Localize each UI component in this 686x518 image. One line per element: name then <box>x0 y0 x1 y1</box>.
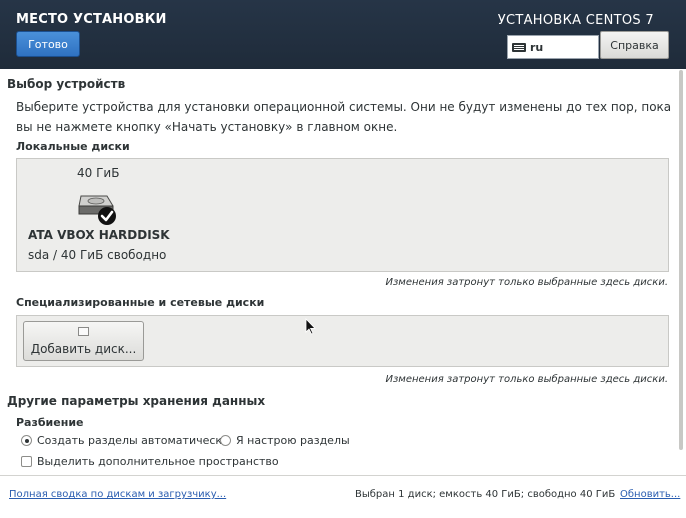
keyboard-layout-label: ru <box>530 40 544 54</box>
product-title: УСТАНОВКА CENTOS 7 <box>497 13 654 28</box>
selection-status: Выбран 1 диск; емкость 40 ГиБ; свободно … <box>355 489 616 500</box>
add-disk-button[interactable]: Добавить диск... <box>23 321 144 361</box>
done-button[interactable]: Готово <box>16 31 80 57</box>
keyboard-layout-indicator[interactable]: ru <box>507 35 599 59</box>
harddisk-icon <box>78 195 116 225</box>
local-disks-note: Изменения затронут только выбранные здес… <box>385 277 669 288</box>
storage-options-heading: Другие параметры хранения данных <box>7 394 266 408</box>
help-button[interactable]: Справка <box>600 31 669 59</box>
device-selection-description: Выберите устройства для установки операц… <box>16 100 672 134</box>
disk-add-icon <box>78 327 89 336</box>
extra-space-checkbox[interactable] <box>21 456 32 467</box>
add-disk-label: Добавить диск... <box>30 342 137 356</box>
disk-size: 40 ГиБ <box>77 166 120 180</box>
keyboard-icon <box>512 42 526 52</box>
refresh-link[interactable]: Обновить... <box>620 489 680 500</box>
partitioning-heading: Разбиение <box>16 416 84 429</box>
disk-summary-link[interactable]: Полная сводка по дискам и загрузчику... <box>9 489 226 500</box>
special-disks-note: Изменения затронут только выбранные здес… <box>385 374 669 385</box>
manual-partition-label[interactable]: Я настрою разделы <box>236 434 350 447</box>
page-title: МЕСТО УСТАНОВКИ <box>16 12 167 27</box>
header-bar: МЕСТО УСТАНОВКИ Готово УСТАНОВКА CENTOS … <box>0 0 686 69</box>
special-disks-heading: Специализированные и сетевые диски <box>16 296 265 309</box>
local-disks-heading: Локальные диски <box>16 140 130 153</box>
device-selection-heading: Выбор устройств <box>7 77 126 91</box>
auto-partition-radio[interactable] <box>21 435 32 446</box>
mouse-cursor-icon <box>305 318 316 335</box>
extra-space-label[interactable]: Выделить дополнительное пространство <box>37 455 279 468</box>
disk-name: ATA VBOX HARDDISK <box>28 228 170 242</box>
scrollbar[interactable] <box>679 70 683 450</box>
disk-free-space: sda / 40 ГиБ свободно <box>28 248 167 262</box>
auto-partition-label[interactable]: Создать разделы автоматически <box>37 434 229 447</box>
manual-partition-radio[interactable] <box>220 435 231 446</box>
